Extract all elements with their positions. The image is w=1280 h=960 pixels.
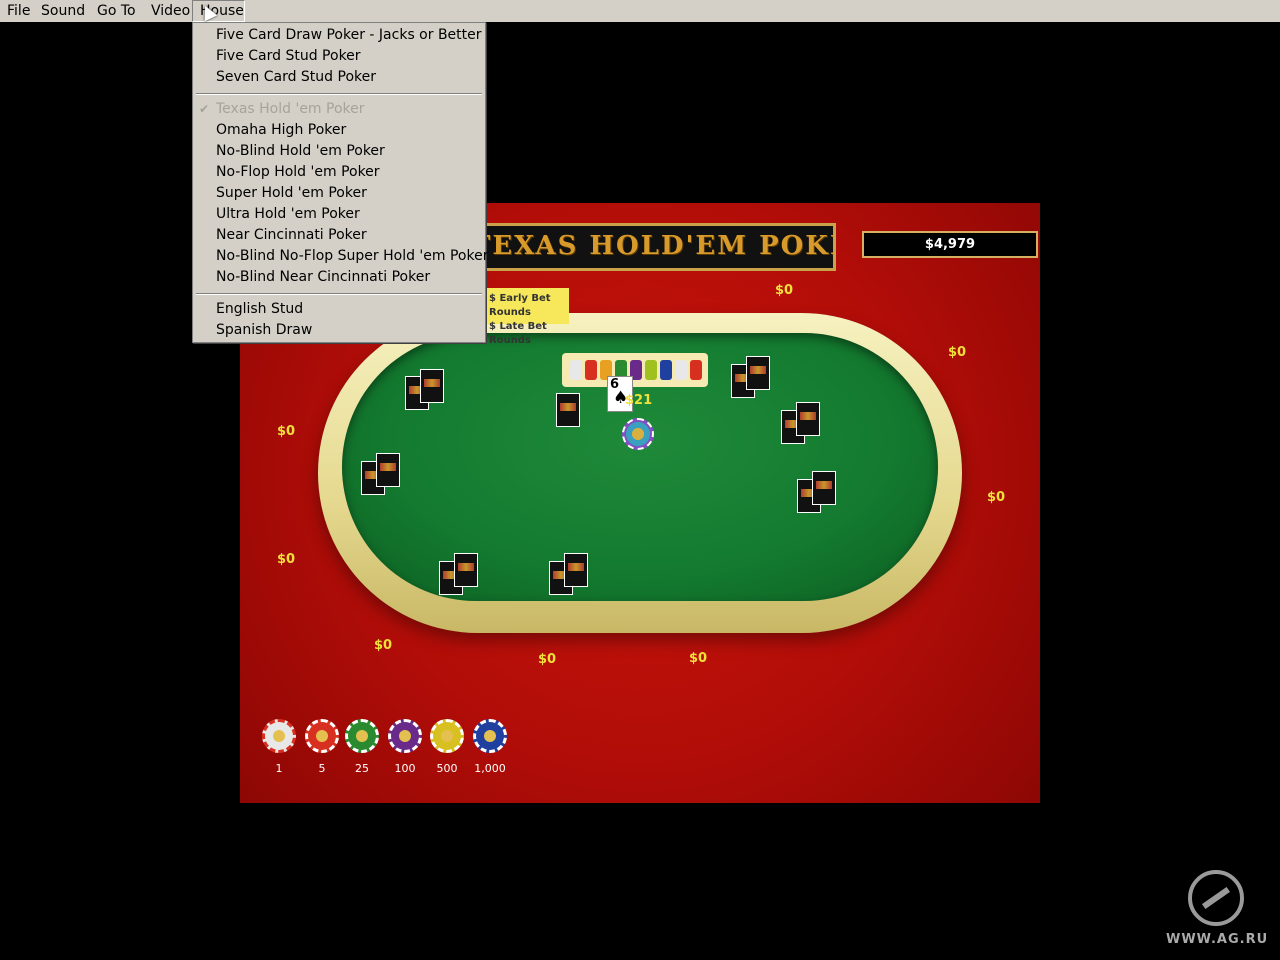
tray-chip bbox=[645, 360, 657, 380]
card-back bbox=[812, 471, 836, 505]
chip-5-button[interactable] bbox=[305, 719, 339, 753]
card-back bbox=[420, 369, 444, 403]
pot-amount: $21 bbox=[625, 393, 653, 408]
card-back bbox=[746, 356, 770, 390]
menu-english-stud[interactable]: English Stud bbox=[193, 299, 485, 320]
chip-label: 1,000 bbox=[474, 762, 506, 775]
chip-label: 500 bbox=[436, 762, 458, 775]
menu-five-card-stud[interactable]: Five Card Stud Poker bbox=[193, 46, 485, 67]
menu-texas-holdem: ✔ Texas Hold 'em Poker bbox=[193, 99, 485, 120]
tray-chips bbox=[570, 360, 702, 380]
early-bet-label: $ Early Bet Rounds bbox=[489, 293, 551, 318]
seat-amount: $0 bbox=[538, 652, 557, 667]
card-back bbox=[376, 453, 400, 487]
card-back bbox=[454, 553, 478, 587]
balance-display: $4,979 bbox=[862, 231, 1038, 258]
card-back bbox=[556, 393, 580, 427]
pot-chip bbox=[622, 418, 654, 450]
menu-separator bbox=[196, 93, 482, 95]
tray-chip bbox=[570, 360, 582, 380]
menu-near-cincinnati[interactable]: Near Cincinnati Poker bbox=[193, 225, 485, 246]
seat-amount: $0 bbox=[277, 424, 296, 439]
seat-amount: $0 bbox=[948, 345, 967, 360]
chip-500-button[interactable] bbox=[430, 719, 464, 753]
chip-label: 100 bbox=[394, 762, 416, 775]
seat-amount: $0 bbox=[374, 638, 393, 653]
menu-no-blind-near-cincinnati[interactable]: No-Blind Near Cincinnati Poker bbox=[193, 267, 485, 288]
menu-omaha-high[interactable]: Omaha High Poker bbox=[193, 120, 485, 141]
menu-no-flop-holdem[interactable]: No-Flop Hold 'em Poker bbox=[193, 162, 485, 183]
house-dropdown-menu: Five Card Draw Poker - Jacks or Better F… bbox=[192, 22, 488, 343]
card-back bbox=[796, 402, 820, 436]
tray-chip bbox=[690, 360, 702, 380]
menu-five-card-draw[interactable]: Five Card Draw Poker - Jacks or Better bbox=[193, 25, 485, 46]
menu-video[interactable]: Video bbox=[144, 0, 197, 22]
seat-amount: $0 bbox=[689, 651, 708, 666]
menu-separator bbox=[196, 293, 482, 295]
checkmark-icon: ✔ bbox=[199, 102, 210, 116]
chip-1000-button[interactable] bbox=[473, 719, 507, 753]
menu-ultra-holdem[interactable]: Ultra Hold 'em Poker bbox=[193, 204, 485, 225]
ag-logo-icon bbox=[1188, 870, 1244, 926]
menu-super-holdem[interactable]: Super Hold 'em Poker bbox=[193, 183, 485, 204]
watermark-text: WWW.AG.RU bbox=[1166, 932, 1269, 947]
tray-chip bbox=[585, 360, 597, 380]
menu-texas-holdem-label: Texas Hold 'em Poker bbox=[216, 101, 365, 117]
chip-100-button[interactable] bbox=[388, 719, 422, 753]
menu-sound[interactable]: Sound bbox=[34, 0, 92, 22]
bet-rounds-sign: $ Early Bet Rounds $ Late Bet Rounds bbox=[483, 288, 569, 346]
menu-go-to[interactable]: Go To bbox=[90, 0, 143, 22]
menu-seven-card-stud[interactable]: Seven Card Stud Poker bbox=[193, 67, 485, 88]
chip-25-button[interactable] bbox=[345, 719, 379, 753]
chip-label: 25 bbox=[355, 762, 369, 775]
late-bet-label: $ Late Bet Rounds bbox=[489, 321, 547, 346]
seat-amount: $0 bbox=[987, 490, 1006, 505]
tray-chip bbox=[660, 360, 672, 380]
menu-bar: File Sound Go To Video House bbox=[0, 0, 1280, 22]
menu-file[interactable]: File bbox=[0, 0, 37, 22]
tray-chip bbox=[675, 360, 687, 380]
chip-label: 1 bbox=[275, 762, 283, 775]
card-back bbox=[564, 553, 588, 587]
seat-amount: $0 bbox=[277, 552, 296, 567]
menu-spanish-draw[interactable]: Spanish Draw bbox=[193, 320, 485, 341]
menu-no-blind-no-flop-super[interactable]: No-Blind No-Flop Super Hold 'em Poker bbox=[193, 246, 488, 267]
menu-no-blind-holdem[interactable]: No-Blind Hold 'em Poker bbox=[193, 141, 485, 162]
chip-label: 5 bbox=[318, 762, 326, 775]
chip-1-button[interactable] bbox=[262, 719, 296, 753]
game-title-banner: TEXAS HOLD'EM POKER bbox=[468, 223, 836, 271]
seat-amount: $0 bbox=[775, 283, 794, 298]
